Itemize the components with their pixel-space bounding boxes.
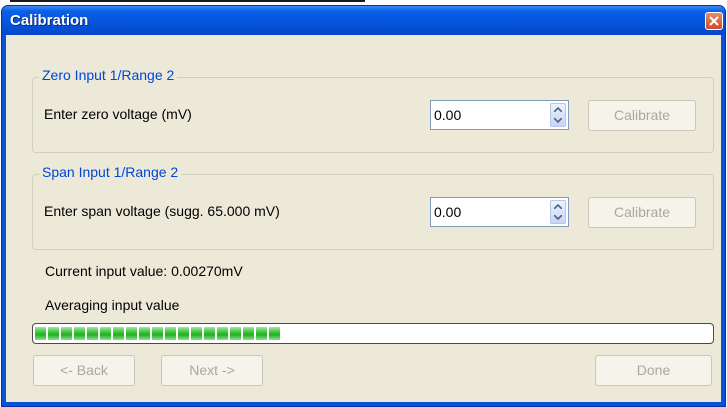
span-spin-up[interactable] (551, 201, 565, 212)
chevron-up-icon (554, 107, 562, 112)
window-title: Calibration (10, 12, 89, 29)
zero-calibrate-button[interactable]: Calibrate (588, 100, 696, 131)
span-calibrate-button[interactable]: Calibrate (588, 197, 696, 228)
close-icon (709, 16, 719, 26)
progress-segment (191, 327, 202, 340)
zero-spin-down[interactable] (551, 115, 565, 126)
progress-segment (165, 327, 176, 340)
next-button[interactable]: Next -> (161, 355, 263, 386)
zero-spin-buttons[interactable] (550, 103, 566, 127)
progress-segment (230, 327, 241, 340)
close-button[interactable] (705, 12, 723, 30)
span-spin-buttons[interactable] (550, 200, 566, 224)
progress-segment (100, 327, 111, 340)
top-border-line (10, 0, 365, 2)
progress-segment (61, 327, 72, 340)
progress-segment (35, 327, 46, 340)
span-spin-down[interactable] (551, 212, 565, 223)
progress-segment (152, 327, 163, 340)
zero-group-legend: Zero Input 1/Range 2 (39, 67, 178, 83)
progress-segment (74, 327, 85, 340)
dialog-body: Zero Input 1/Range 2 Enter zero voltage … (6, 35, 721, 402)
zero-spin-up[interactable] (551, 104, 565, 115)
averaging-label: Averaging input value (45, 297, 180, 313)
progress-segment (204, 327, 215, 340)
progress-segment (217, 327, 228, 340)
progress-segment (139, 327, 150, 340)
zero-voltage-label: Enter zero voltage (mV) (44, 106, 192, 122)
progress-segment (178, 327, 189, 340)
progress-segment (87, 327, 98, 340)
chevron-down-icon (554, 215, 562, 220)
progress-segment (113, 327, 124, 340)
span-voltage-label: Enter span voltage (sugg. 65.000 mV) (44, 203, 280, 219)
back-button[interactable]: <- Back (33, 355, 135, 386)
calibration-dialog: Calibration Zero Input 1/Range 2 Enter z… (1, 5, 726, 407)
averaging-progress-bar (32, 323, 714, 344)
progress-segment (48, 327, 59, 340)
span-group-legend: Span Input 1/Range 2 (39, 164, 182, 180)
current-input-value: Current input value: 0.00270mV (45, 263, 243, 279)
title-bar[interactable]: Calibration (2, 6, 725, 35)
progress-segment (269, 327, 280, 340)
progress-segment (126, 327, 137, 340)
progress-segment (256, 327, 267, 340)
chevron-down-icon (554, 118, 562, 123)
zero-voltage-stepper[interactable] (430, 100, 569, 130)
span-voltage-stepper[interactable] (430, 197, 569, 227)
done-button[interactable]: Done (595, 355, 712, 386)
zero-input-group: Zero Input 1/Range 2 Enter zero voltage … (32, 67, 714, 153)
progress-segment (243, 327, 254, 340)
span-voltage-input[interactable] (434, 202, 534, 222)
span-input-group: Span Input 1/Range 2 Enter span voltage … (32, 164, 714, 250)
progress-fill (35, 327, 282, 340)
chevron-up-icon (554, 204, 562, 209)
zero-voltage-input[interactable] (434, 105, 534, 125)
